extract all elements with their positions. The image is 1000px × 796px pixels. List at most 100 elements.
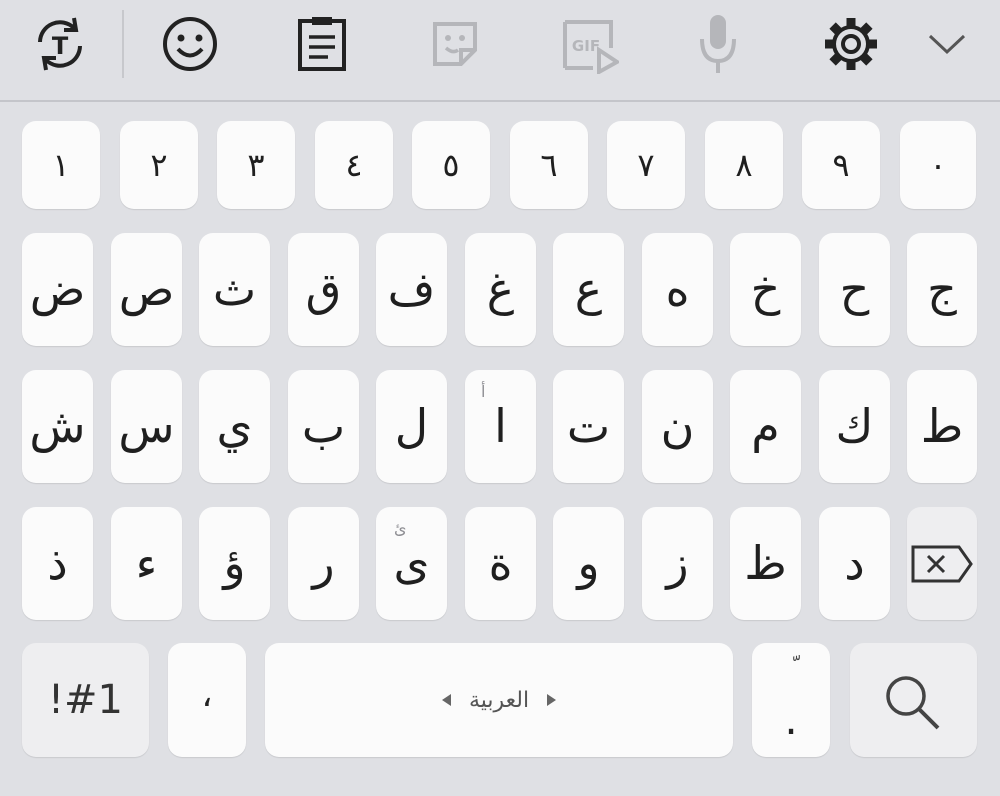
- key-0[interactable]: ٠: [900, 121, 976, 209]
- key-label: ؤ: [223, 536, 246, 590]
- key-label: ك: [835, 399, 874, 453]
- key-tha[interactable]: ث: [199, 233, 270, 346]
- key-lam[interactable]: ل: [376, 370, 447, 483]
- key-label: ٥: [442, 146, 460, 184]
- key-dad[interactable]: ض: [22, 233, 93, 346]
- keyboard-toolbar: T GIF: [0, 0, 1000, 102]
- key-hha[interactable]: ح: [819, 233, 890, 346]
- key-label: ل: [394, 399, 429, 453]
- key-label: د: [844, 536, 865, 590]
- key-label: ٤: [345, 146, 363, 184]
- key-alt-label: ّ: [752, 655, 830, 681]
- key-alif[interactable]: أ ا: [465, 370, 536, 483]
- key-label: ى: [393, 536, 430, 590]
- key-2[interactable]: ٢: [120, 121, 198, 209]
- key-label: ٧: [637, 146, 655, 184]
- key-label: ط: [920, 399, 964, 453]
- emoji-icon[interactable]: [155, 12, 225, 76]
- key-label: .: [784, 695, 798, 744]
- search-key[interactable]: [850, 643, 977, 757]
- key-kha[interactable]: خ: [730, 233, 801, 346]
- language-left-arrow-icon: [441, 694, 451, 706]
- key-label: س: [118, 399, 175, 453]
- toolbar-divider: [122, 10, 124, 78]
- key-label: ف: [387, 262, 436, 316]
- period-key[interactable]: ّ .: [752, 643, 830, 757]
- key-label: ة: [488, 536, 513, 590]
- key-label: ض: [29, 262, 86, 316]
- key-jim[interactable]: ج: [907, 233, 977, 346]
- key-label: ر: [312, 536, 335, 590]
- key-ra[interactable]: ر: [288, 507, 359, 620]
- key-label: ظ: [744, 536, 787, 590]
- key-shin[interactable]: ش: [22, 370, 93, 483]
- key-dhal[interactable]: ذ: [22, 507, 93, 620]
- backspace-icon: [911, 545, 973, 583]
- sticker-icon[interactable]: [420, 12, 490, 76]
- text-translate-icon[interactable]: T: [24, 10, 96, 78]
- gif-label: GIF: [572, 37, 600, 55]
- key-label: ٦: [540, 146, 558, 184]
- key-ain[interactable]: ع: [553, 233, 624, 346]
- chevron-down-icon[interactable]: [920, 22, 974, 66]
- microphone-icon[interactable]: [688, 10, 748, 78]
- key-label: غ: [486, 262, 515, 316]
- key-kaf[interactable]: ك: [819, 370, 890, 483]
- key-label: ،: [201, 675, 213, 715]
- key-waw-hamza[interactable]: ؤ: [199, 507, 270, 620]
- key-4[interactable]: ٤: [315, 121, 393, 209]
- key-ta[interactable]: ت: [553, 370, 624, 483]
- svg-text:T: T: [52, 32, 69, 60]
- key-ba[interactable]: ب: [288, 370, 359, 483]
- backspace-key[interactable]: [907, 507, 977, 620]
- key-label: و: [577, 536, 600, 590]
- key-qaf[interactable]: ق: [288, 233, 359, 346]
- key-9[interactable]: ٩: [802, 121, 880, 209]
- key-label: ي: [216, 399, 253, 453]
- key-label: م: [751, 399, 780, 453]
- key-label: !#1: [48, 677, 123, 723]
- key-label: ه: [665, 262, 690, 316]
- key-mim[interactable]: م: [730, 370, 801, 483]
- key-ya[interactable]: ي: [199, 370, 270, 483]
- clipboard-icon[interactable]: [288, 12, 356, 76]
- key-dha[interactable]: ظ: [730, 507, 801, 620]
- key-label: ء: [135, 536, 158, 590]
- key-label: ٩: [832, 146, 850, 184]
- symbols-key[interactable]: !#1: [22, 643, 149, 757]
- key-waw[interactable]: و: [553, 507, 624, 620]
- key-label: ج: [927, 262, 957, 316]
- key-tta[interactable]: ط: [907, 370, 977, 483]
- key-ta-marbuta[interactable]: ة: [465, 507, 536, 620]
- gif-icon[interactable]: GIF: [552, 12, 626, 76]
- key-sin[interactable]: س: [111, 370, 182, 483]
- key-ghain[interactable]: غ: [465, 233, 536, 346]
- space-key[interactable]: العربية: [265, 643, 733, 757]
- key-6[interactable]: ٦: [510, 121, 588, 209]
- key-fa[interactable]: ف: [376, 233, 447, 346]
- key-label: ح: [839, 262, 870, 316]
- key-label: ع: [574, 262, 603, 316]
- language-label: العربية: [468, 687, 530, 713]
- key-5[interactable]: ٥: [412, 121, 490, 209]
- key-nun[interactable]: ن: [642, 370, 713, 483]
- key-zay[interactable]: ز: [642, 507, 713, 620]
- comma-key[interactable]: ،: [168, 643, 246, 757]
- key-label: ص: [118, 262, 175, 316]
- key-label: ق: [305, 262, 342, 316]
- key-label: ز: [666, 536, 689, 590]
- key-ha[interactable]: ه: [642, 233, 713, 346]
- key-dal[interactable]: د: [819, 507, 890, 620]
- key-label: خ: [750, 262, 781, 316]
- key-hamza[interactable]: ء: [111, 507, 182, 620]
- key-7[interactable]: ٧: [607, 121, 685, 209]
- key-label: ٣: [247, 146, 265, 184]
- key-3[interactable]: ٣: [217, 121, 295, 209]
- key-1[interactable]: ١: [22, 121, 100, 209]
- key-sad[interactable]: ص: [111, 233, 182, 346]
- key-label: ا: [494, 399, 507, 453]
- settings-gear-icon[interactable]: [818, 12, 884, 76]
- key-alif-maqsura[interactable]: ئ ى: [376, 507, 447, 620]
- key-label: ث: [212, 262, 257, 316]
- key-8[interactable]: ٨: [705, 121, 783, 209]
